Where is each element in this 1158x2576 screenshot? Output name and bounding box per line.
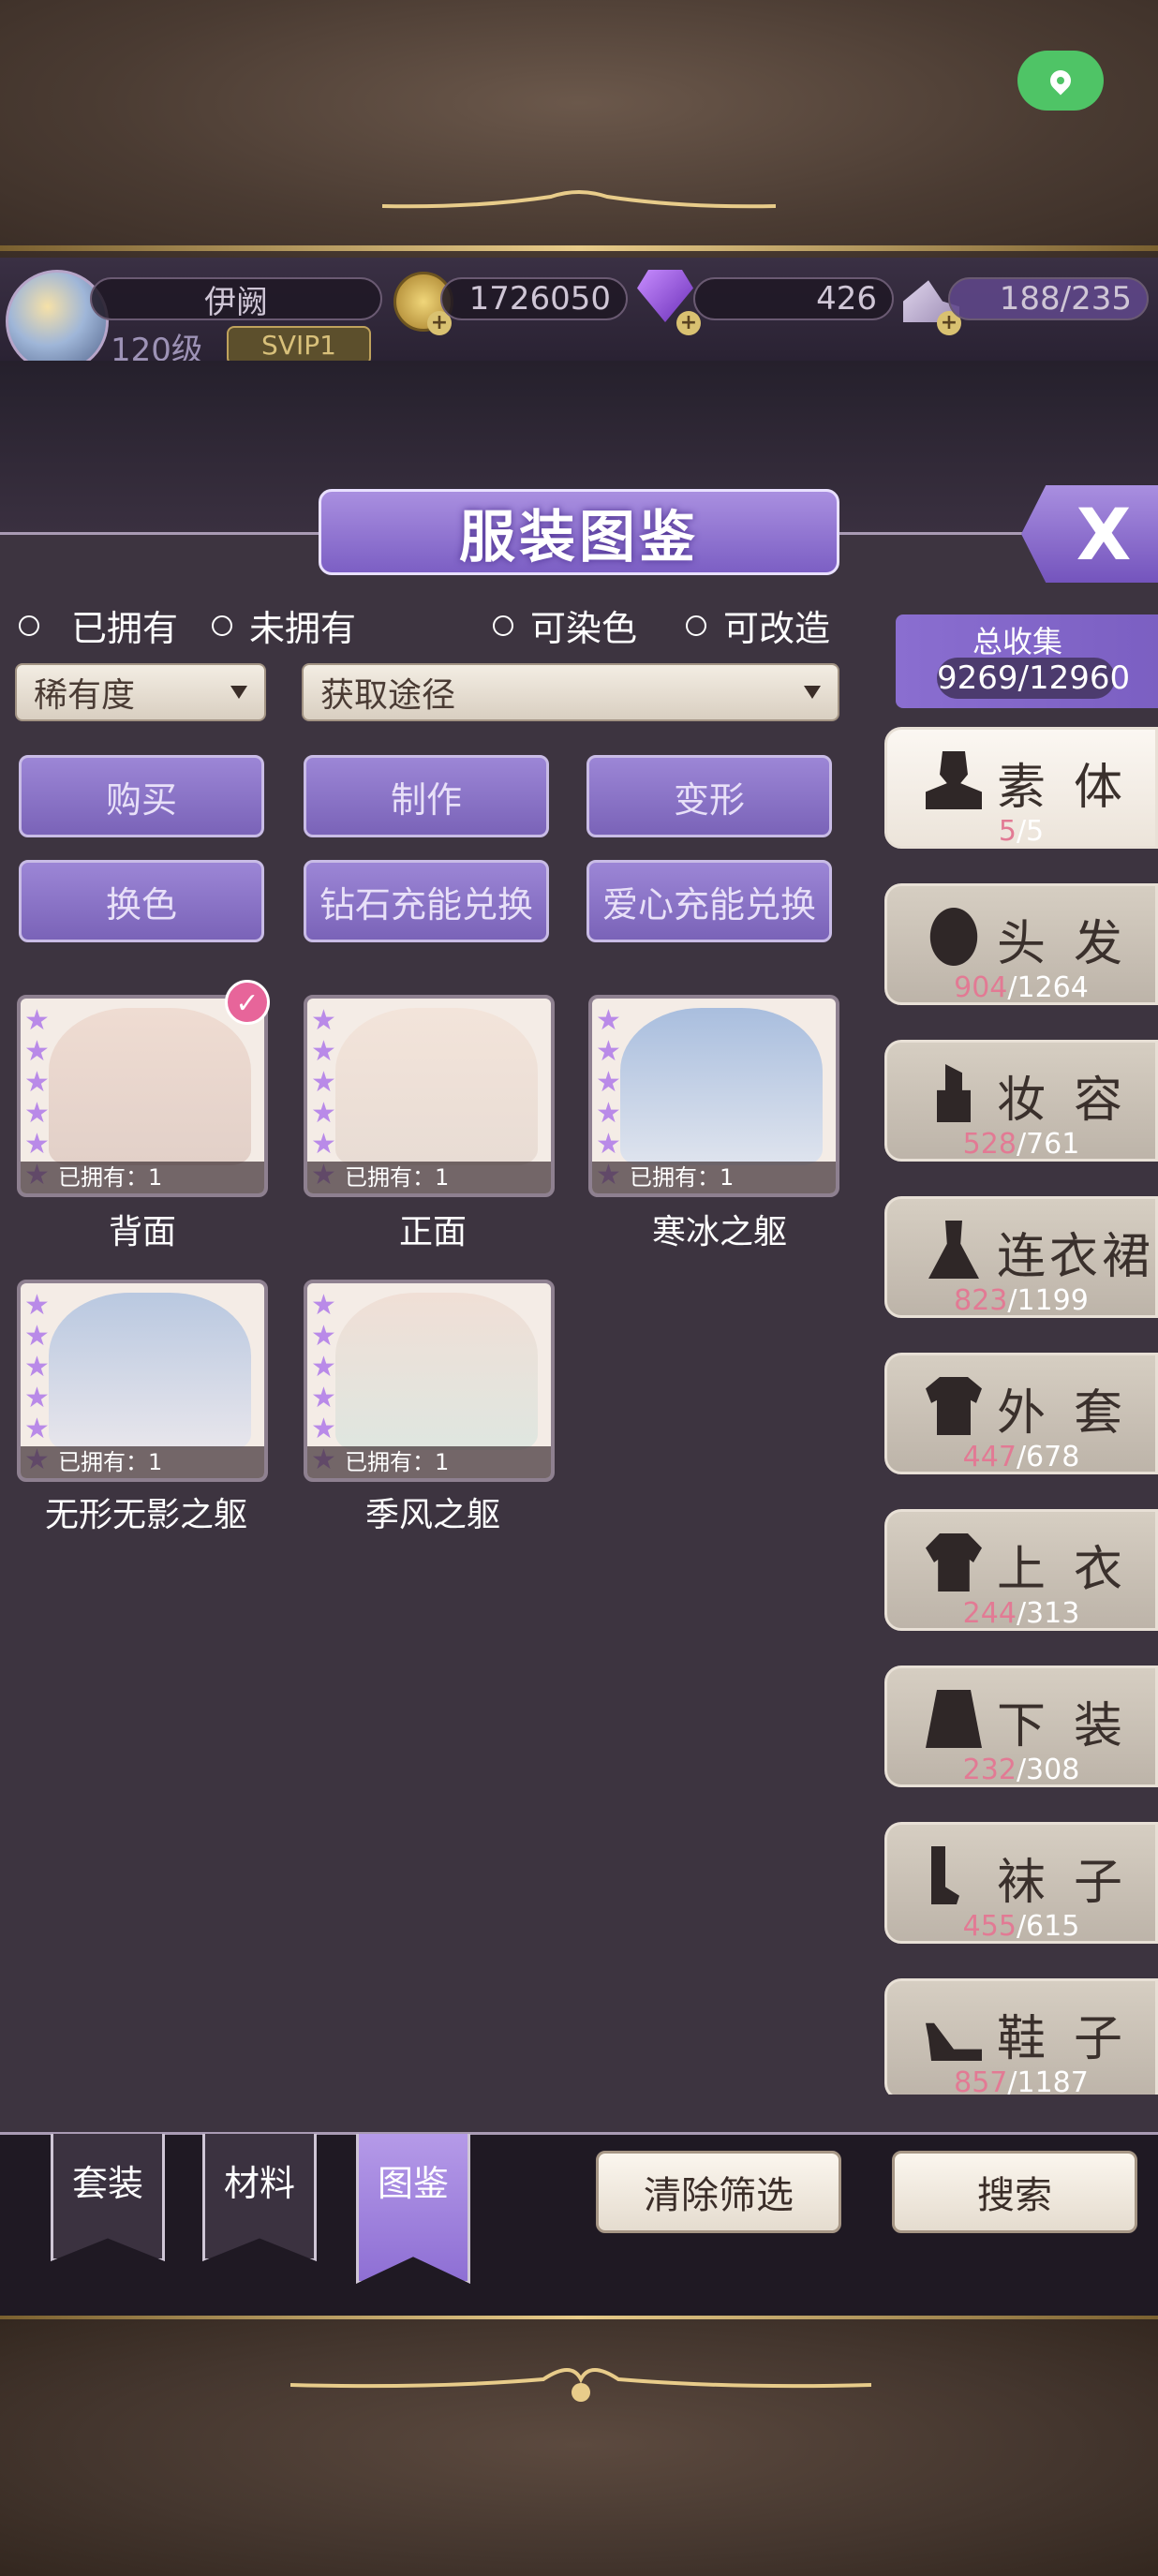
category-tab-dress[interactable]: 连衣裙 823/1199 (884, 1196, 1158, 1318)
item-name: 正面 (398, 1213, 467, 1251)
category-count: 528/761 (962, 1128, 1080, 1161)
gold-amount: 1726050 (440, 277, 628, 320)
rarity-select-value: 稀有度 (34, 676, 136, 715)
filter-dyeable[interactable]: 可染色 (493, 600, 637, 651)
source-select-value: 获取途径 (320, 676, 456, 715)
filter-owned[interactable]: 已拥有 (19, 600, 178, 651)
checkmark-icon: ✓ (225, 980, 270, 1025)
radio-icon (212, 614, 232, 636)
category-tab-coat[interactable]: 外套 447/678 (884, 1353, 1158, 1474)
filter-modifiable-label: 可改造 (723, 608, 831, 649)
rarity-select[interactable]: 稀有度 (15, 663, 266, 721)
category-label: 下装 (997, 1698, 1151, 1754)
total-collection-value: 9269/12960 (937, 658, 1131, 699)
vip-badge: SVIP1 (227, 326, 371, 365)
dropdown-arrow-icon (230, 686, 247, 699)
location-pin-icon (1046, 66, 1076, 96)
category-tab-socks[interactable]: 袜子 455/615 (884, 1822, 1158, 1944)
player-name: 伊阙 (90, 277, 382, 321)
item-image (335, 1008, 538, 1165)
scroll-ornament-icon (290, 2368, 871, 2402)
search-button[interactable]: 搜索 (892, 2151, 1137, 2233)
panel-title: 服装图鉴 (459, 504, 699, 570)
category-count: 232/308 (962, 1754, 1080, 1786)
dropdown-arrow-icon (804, 686, 821, 699)
category-label: 素体 (997, 760, 1151, 816)
item-image (49, 1293, 251, 1450)
category-label: 连衣裙 (997, 1229, 1155, 1285)
category-label: 袜子 (997, 1855, 1151, 1911)
filter-heart-exchange-button[interactable]: 爱心充能兑换 (586, 860, 832, 942)
filter-owned-label: 已拥有 (71, 608, 179, 649)
category-count: 5/5 (998, 815, 1045, 848)
owned-count: 已拥有：1 (21, 1446, 264, 1478)
item-card[interactable]: ★★★★★★ 已拥有：1 (304, 1280, 555, 1482)
location-button[interactable] (1017, 51, 1104, 111)
top-frame (0, 0, 1158, 258)
filter-not-owned-label: 未拥有 (249, 608, 357, 649)
filter-modifiable[interactable]: 可改造 (686, 600, 830, 651)
item-image (49, 1008, 251, 1165)
category-label: 妆容 (997, 1073, 1151, 1129)
item-name: 背面 (108, 1213, 176, 1251)
item-card[interactable]: ★★★★★★ 已拥有：1 (17, 1280, 268, 1482)
item-card[interactable]: ★★★★★★ 已拥有：1 (588, 995, 839, 1197)
filter-craft-button[interactable]: 制作 (304, 755, 549, 837)
item-name: 季风之躯 (364, 1496, 500, 1534)
owned-count: 已拥有：1 (307, 1162, 551, 1193)
category-label: 鞋子 (997, 2011, 1151, 2067)
diamond-amount: 426 (693, 277, 894, 320)
owned-count: 已拥有：1 (307, 1446, 551, 1478)
item-name: 寒冰之躯 (651, 1213, 787, 1251)
category-tab-shoes[interactable]: 鞋子 857/1187 (884, 1978, 1158, 2095)
category-count: 857/1187 (954, 2066, 1089, 2095)
item-name: 无形无影之躯 (44, 1496, 247, 1534)
stamina-amount: 188/235 (948, 277, 1149, 320)
category-count: 244/313 (962, 1597, 1080, 1630)
category-tab-makeup[interactable]: 妆容 528/761 (884, 1040, 1158, 1162)
gold-divider (0, 245, 1158, 251)
category-tab-bottoms[interactable]: 下装 232/308 (884, 1666, 1158, 1787)
category-label: 上衣 (997, 1542, 1151, 1598)
radio-icon (686, 614, 706, 636)
filter-diamond-exchange-button[interactable]: 钻石充能兑换 (304, 860, 549, 942)
filter-buy-button[interactable]: 购买 (19, 755, 264, 837)
radio-icon (493, 614, 513, 636)
category-tab-top[interactable]: 上衣 244/313 (884, 1509, 1158, 1631)
total-collection-label: 总收集 (972, 624, 1062, 659)
owned-count: 已拥有：1 (592, 1162, 836, 1193)
filter-dyeable-label: 可染色 (530, 608, 638, 649)
radio-icon (19, 614, 39, 636)
add-diamond-button[interactable]: + (676, 311, 701, 335)
scroll-ornament-icon (382, 190, 776, 209)
category-count: 823/1199 (954, 1284, 1089, 1317)
close-button[interactable]: X (1021, 485, 1158, 583)
category-label: 头发 (997, 916, 1151, 972)
filter-recolor-button[interactable]: 换色 (19, 860, 264, 942)
clear-filter-button[interactable]: 清除筛选 (596, 2151, 841, 2233)
filter-transform-button[interactable]: 变形 (586, 755, 832, 837)
owned-count: 已拥有：1 (21, 1162, 264, 1193)
category-count: 455/615 (962, 1910, 1080, 1943)
category-tab-hair[interactable]: 头发 904/1264 (884, 883, 1158, 1005)
item-card[interactable]: ★★★★★★ 已拥有：1 (304, 995, 555, 1197)
category-tab-body[interactable]: 素体 5/5 (884, 727, 1158, 849)
player-level: 120级 (111, 332, 203, 369)
panel-border (0, 2132, 1158, 2135)
category-count: 904/1264 (954, 971, 1089, 1004)
item-card[interactable]: ★★★★★★ 已拥有：1 (17, 995, 268, 1197)
bottom-frame (0, 2314, 1158, 2576)
item-image (335, 1293, 538, 1450)
close-icon: X (1076, 492, 1132, 576)
total-collection: 总收集 9269/12960 (896, 614, 1158, 708)
item-image (620, 1008, 823, 1165)
category-label: 外套 (997, 1385, 1151, 1442)
source-select[interactable]: 获取途径 (302, 663, 839, 721)
panel-title-banner: 服装图鉴 (319, 489, 839, 575)
filter-not-owned[interactable]: 未拥有 (212, 600, 356, 651)
category-count: 447/678 (962, 1441, 1080, 1473)
